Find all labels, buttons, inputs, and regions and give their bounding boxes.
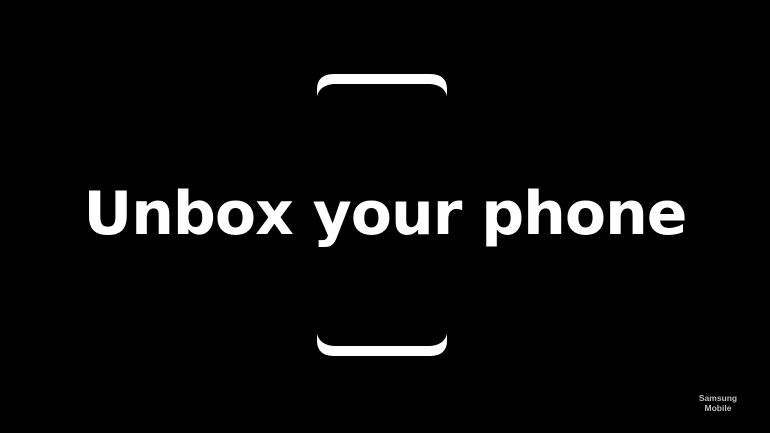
watermark-line-2: Mobile: [704, 403, 732, 413]
video-frame: Unbox your phone Samsung Mobile: [0, 0, 770, 433]
channel-watermark: Samsung Mobile: [688, 393, 748, 413]
phone-bottom-edge: [317, 334, 447, 356]
headline: Unbox your phone: [83, 179, 687, 249]
phone-top-edge: [317, 74, 447, 96]
watermark-line-1: Samsung: [698, 393, 738, 403]
